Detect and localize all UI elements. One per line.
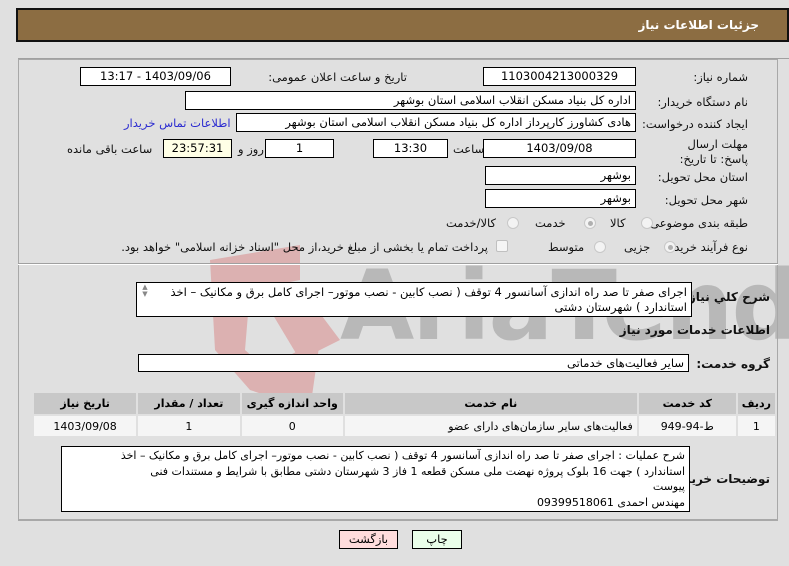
delivery-province-field: بوشهر [485, 166, 636, 185]
buyer-notes-field[interactable]: شرح عملیات : اجرای صفر تا صد راه اندازی … [61, 446, 690, 512]
category-option-goods: کالا [610, 216, 626, 230]
cell-row-number: 1 [737, 416, 775, 436]
service-group-label: گروه خدمت: [696, 357, 770, 371]
general-description-field[interactable]: اجرای صفر تا صد راه اندازی آسانسور 4 توق… [136, 282, 692, 317]
cell-unit: 0 [241, 416, 343, 436]
category-radio-goods[interactable] [641, 217, 653, 229]
cell-service-code: ط-94-949 [638, 416, 736, 436]
treasury-checkbox[interactable] [496, 240, 508, 252]
need-number-label: شماره نیاز: [693, 70, 748, 84]
buyer-notes-line: شرح عملیات : اجرای صفر تا صد راه اندازی … [120, 449, 685, 462]
category-option-goods-service: کالا/خدمت [446, 216, 497, 230]
remaining-time-field: 23:57:31 [163, 139, 232, 158]
buyer-notes-line: پیوست [652, 480, 685, 493]
requester-label: ایجاد کننده درخواست: [642, 117, 748, 131]
scroll-arrows-icon[interactable]: ▲ ▼ [140, 284, 150, 298]
delivery-city-label: شهر محل تحویل: [664, 193, 748, 207]
treasury-checkbox-label: پرداخت تمام یا بخشی از مبلغ خرید،از محل … [121, 240, 488, 254]
deadline-days-label: روز و [238, 142, 264, 156]
announce-datetime-label: تاریخ و ساعت اعلان عمومی: [268, 70, 407, 84]
delivery-city-field: بوشهر [485, 189, 636, 208]
services-table-wrapper: ردیف کد خدمت نام خدمت واحد اندازه گیری ت… [32, 391, 777, 438]
category-radio-service[interactable] [584, 217, 596, 229]
category-radio-goods-service[interactable] [507, 217, 519, 229]
col-header-service-name: نام خدمت [344, 393, 637, 414]
general-description-label: شرح کلي نياز: [684, 290, 770, 304]
delivery-province-label: استان محل تحویل: [657, 170, 748, 184]
deadline-date-field: 1403/09/08 [483, 139, 636, 158]
col-header-service-code: کد خدمت [638, 393, 736, 414]
page-header: جزئیات اطلاعات نیاز [16, 8, 789, 42]
back-button[interactable]: بازگشت [339, 530, 398, 549]
print-button[interactable]: چاپ [412, 530, 462, 549]
col-header-row-number: ردیف [737, 393, 775, 414]
purchase-option-medium: متوسط [548, 240, 585, 254]
buyer-org-field: اداره کل بنیاد مسکن انقلاب اسلامی استان … [185, 91, 636, 110]
category-label: طبقه بندی موضوعی: [646, 216, 748, 230]
col-header-quantity: تعداد / مقدار [138, 393, 240, 414]
col-header-unit: واحد اندازه گیری [241, 393, 343, 414]
purchase-type-label: نوع فرآیند خرید : [666, 240, 748, 254]
cell-quantity: 1 [138, 416, 240, 436]
buyer-notes-line: استاندارد ) جهت 16 بلوک پروژه نهضت ملی م… [150, 464, 685, 478]
services-section-title: اطلاعات خدمات مورد نیاز [619, 323, 770, 337]
deadline-days-field: 1 [265, 139, 334, 158]
need-number-field: 1103004213000329 [483, 67, 636, 86]
deadline-time-label: ساعت [453, 142, 485, 156]
buyer-notes-line: مهندس احمدی 09399518061 [536, 495, 685, 509]
purchase-option-minor: جزیی [624, 240, 651, 254]
deadline-label: مهلت ارسال پاسخ: تا تاریخ: [679, 137, 748, 166]
requester-field: هادی کشاورز کارپرداز اداره کل بنیاد مسکن… [236, 113, 636, 132]
service-group-field: سایر فعالیت‌های خدماتی [138, 354, 689, 372]
table-row: 1 ط-94-949 فعالیت‌های سایر سازمان‌های دا… [34, 416, 775, 436]
table-header-row: ردیف کد خدمت نام خدمت واحد اندازه گیری ت… [34, 393, 775, 414]
announce-datetime-field: 1403/09/06 - 13:17 [80, 67, 231, 86]
category-option-service: خدمت [535, 216, 566, 230]
cell-need-date: 1403/09/08 [34, 416, 137, 436]
purchase-radio-medium[interactable] [594, 241, 606, 253]
remaining-time-label: ساعت باقی مانده [67, 142, 153, 156]
purchase-radio-minor[interactable] [664, 241, 676, 253]
page-title: جزئیات اطلاعات نیاز [638, 18, 759, 32]
col-header-need-date: تاریخ نیاز [34, 393, 137, 414]
deadline-time-field: 13:30 [373, 139, 448, 158]
services-table: ردیف کد خدمت نام خدمت واحد اندازه گیری ت… [32, 391, 777, 438]
cell-service-name: فعالیت‌های سایر سازمان‌های دارای عضو [344, 416, 637, 436]
buyer-contact-link[interactable]: اطلاعات تماس خریدار [124, 116, 231, 130]
section-divider-highlight [18, 264, 778, 265]
buyer-org-label: نام دستگاه خریدار: [657, 95, 748, 109]
